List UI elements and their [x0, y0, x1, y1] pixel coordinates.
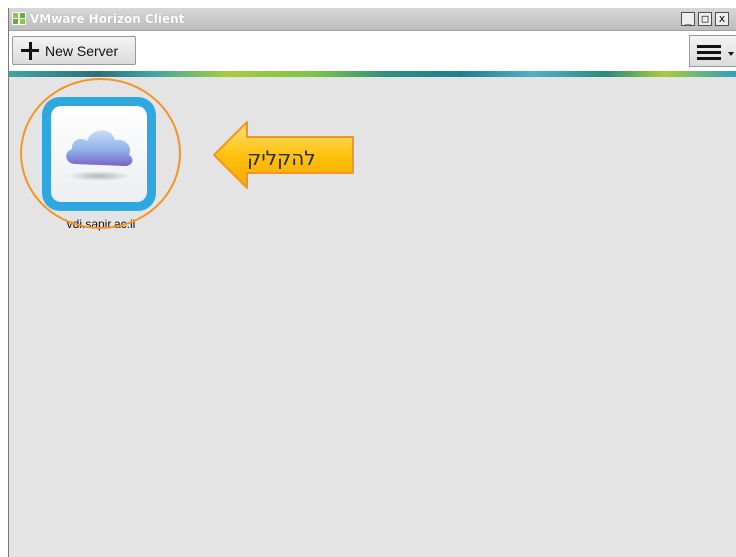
new-server-label: New Server: [45, 42, 119, 59]
chevron-down-icon: [728, 52, 734, 56]
maximize-button[interactable]: □: [698, 12, 712, 26]
new-server-button[interactable]: New Server: [12, 36, 136, 65]
cloud-icon: [66, 130, 133, 181]
callout-text: להקליק: [247, 146, 316, 170]
server-tile[interactable]: [42, 97, 156, 211]
server-label[interactable]: vdi.sapir.ac.il: [41, 217, 161, 231]
hamburger-icon: [697, 45, 721, 60]
minimize-button[interactable]: _: [681, 12, 695, 26]
window-title: VMware Horizon Client: [30, 12, 185, 26]
server-list: vdi.sapir.ac.il להקליק: [9, 77, 736, 557]
title-bar[interactable]: VMware Horizon Client _ □ x: [9, 8, 736, 31]
menu-button[interactable]: [689, 35, 736, 67]
app-icon: [12, 12, 26, 25]
horizon-client-window: VMware Horizon Client _ □ x New Server v…: [8, 8, 736, 557]
server-tile-inner: [51, 106, 147, 202]
close-button[interactable]: x: [715, 12, 729, 26]
plus-icon: [21, 41, 39, 60]
toolbar: New Server: [9, 31, 736, 71]
